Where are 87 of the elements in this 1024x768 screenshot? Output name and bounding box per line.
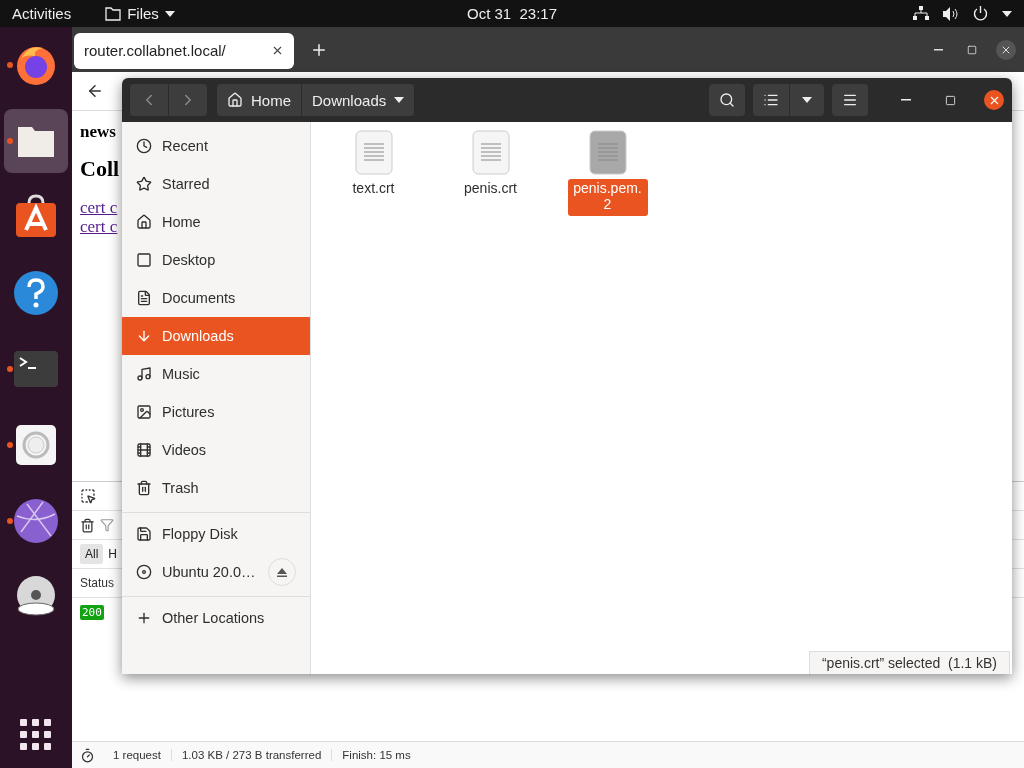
- caret-icon: [394, 97, 405, 103]
- app-menu[interactable]: Files: [105, 5, 175, 22]
- sidebar-item[interactable]: Videos: [122, 431, 310, 469]
- picture-icon: [136, 404, 152, 420]
- sidebar-item[interactable]: Music: [122, 355, 310, 393]
- status-code: 200: [80, 604, 104, 620]
- sidebar-item[interactable]: Pictures: [122, 393, 310, 431]
- transfer-size: 1.03 KB / 273 B transferred: [171, 749, 333, 761]
- path-button[interactable]: Downloads: [302, 84, 415, 116]
- activities-button[interactable]: Activities: [12, 5, 72, 22]
- home-icon: [136, 214, 152, 230]
- sidebar-item[interactable]: Documents: [122, 279, 310, 317]
- terminal-icon: [14, 351, 58, 387]
- search-button[interactable]: [709, 84, 745, 116]
- list-icon: [763, 92, 779, 108]
- clock-icon: [136, 138, 152, 154]
- file-name[interactable]: penis.pem.2: [567, 179, 648, 216]
- maximize-icon: [944, 94, 956, 106]
- document-icon: [471, 130, 510, 175]
- close-button[interactable]: [996, 39, 1016, 60]
- browser-tab[interactable]: router.collabnet.local/: [74, 32, 294, 69]
- sidebar-item[interactable]: Starred: [122, 165, 310, 203]
- page-heading: Coll: [80, 156, 121, 182]
- gear-icon: [16, 425, 56, 465]
- minimize-icon: [901, 99, 911, 101]
- sidebar-item[interactable]: Recent: [122, 127, 310, 165]
- sidebar-item[interactable]: Ubuntu 20.0…: [122, 553, 310, 591]
- sidebar-item[interactable]: Trash: [122, 469, 310, 507]
- floppy-icon: [136, 526, 152, 542]
- caret-icon[interactable]: [1002, 10, 1012, 17]
- page-heading: news: [80, 122, 117, 142]
- document-icon: [588, 130, 627, 175]
- file-name[interactable]: penis.crt: [461, 179, 520, 200]
- column-header: Status: [80, 576, 115, 590]
- status-message: “penis.crt” selected (1.1 kB): [808, 651, 1010, 674]
- list-view-button[interactable]: [753, 84, 789, 116]
- download-icon: [136, 328, 152, 344]
- film-icon: [136, 442, 152, 458]
- path-button[interactable]: Home: [217, 84, 301, 116]
- trash-icon[interactable]: [80, 517, 95, 533]
- eject-icon: [277, 567, 287, 577]
- disc-icon: [136, 564, 152, 580]
- request-count: 1 request: [103, 749, 172, 761]
- star-icon: [136, 176, 152, 192]
- menu-button[interactable]: [832, 84, 868, 116]
- pick-element-icon[interactable]: [80, 488, 96, 504]
- plus-icon: [136, 610, 152, 626]
- desktop-icon: [136, 252, 152, 268]
- file-name[interactable]: text.crt: [349, 179, 398, 200]
- close-icon[interactable]: [271, 44, 284, 57]
- menu-icon: [842, 92, 858, 108]
- filter-icon[interactable]: [100, 518, 114, 532]
- globe-icon: [13, 498, 59, 544]
- link[interactable]: cert c: [80, 217, 118, 236]
- disc-icon: [14, 575, 58, 619]
- search-icon: [719, 92, 735, 108]
- minimize-icon: [933, 48, 943, 51]
- document-icon: [136, 290, 152, 306]
- caret-icon: [164, 10, 175, 17]
- sidebar-item[interactable]: Home: [122, 203, 310, 241]
- filter-tab[interactable]: H: [108, 544, 117, 564]
- view-options-button[interactable]: [790, 84, 824, 116]
- filter-tab[interactable]: All: [80, 544, 104, 564]
- volume-icon[interactable]: [943, 6, 959, 21]
- power-icon[interactable]: [973, 6, 988, 21]
- document-icon: [354, 130, 393, 175]
- eject-button[interactable]: [268, 558, 296, 586]
- clock[interactable]: Oct 31 23:17: [466, 5, 558, 22]
- back-icon[interactable]: [86, 82, 104, 100]
- finish-time: Finish: 15 ms: [341, 749, 412, 761]
- home-icon: [227, 92, 243, 108]
- timer-icon: [80, 747, 95, 763]
- sidebar-item[interactable]: Downloads: [122, 317, 310, 355]
- trash-icon: [136, 480, 152, 496]
- close-button[interactable]: [984, 90, 1004, 110]
- music-icon: [136, 366, 152, 382]
- shopping-bag-icon: [13, 194, 59, 240]
- folder-icon: [105, 6, 122, 21]
- sidebar-item[interactable]: Floppy Disk: [122, 515, 310, 553]
- network-icon[interactable]: [913, 6, 929, 21]
- restore-icon: [967, 44, 977, 55]
- sidebar-item[interactable]: Desktop: [122, 241, 310, 279]
- help-icon: [13, 270, 59, 316]
- sidebar-item[interactable]: Other Locations: [122, 599, 310, 637]
- dock-item[interactable]: [4, 109, 68, 173]
- link[interactable]: cert c: [80, 198, 118, 217]
- caret-icon: [802, 97, 812, 103]
